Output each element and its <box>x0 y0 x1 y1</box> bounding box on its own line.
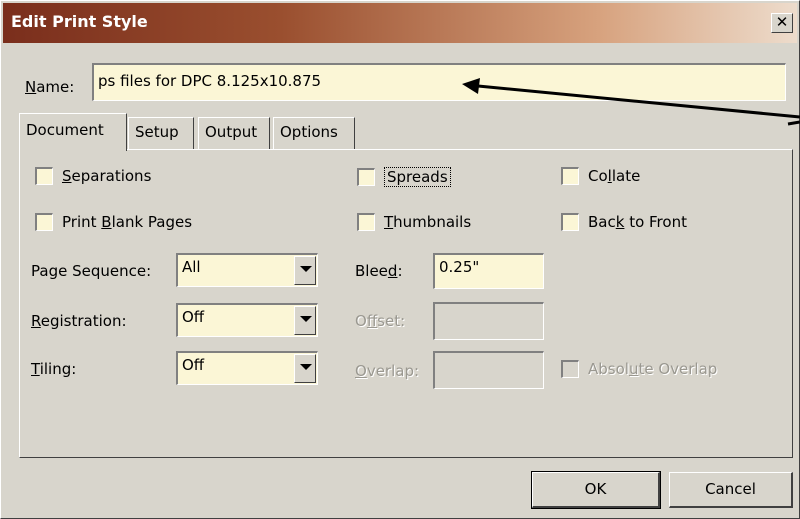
back-to-front-label: Back to Front <box>588 213 687 231</box>
thumbnails-label: Thumbnails <box>384 213 472 231</box>
thumbnails-option[interactable]: Thumbnails <box>357 213 471 231</box>
tab-document[interactable]: Document <box>19 113 127 151</box>
registration-label: Registration: <box>31 312 127 330</box>
offset-input <box>433 302 544 340</box>
tiling-select[interactable]: Off <box>176 351 318 385</box>
close-button[interactable]: ✕ <box>771 13 793 33</box>
thumbnails-checkbox[interactable] <box>357 213 375 231</box>
separations-option[interactable]: Separations <box>35 167 151 185</box>
overlap-label: Overlap: <box>355 362 420 380</box>
ok-button[interactable]: OK <box>531 471 661 509</box>
tab-output-label: Output <box>205 123 258 141</box>
bleed-input[interactable]: 0.25" <box>433 253 544 289</box>
tiling-label: Tiling: <box>31 360 77 378</box>
separations-label: Separations <box>62 167 152 185</box>
collate-label: Collate <box>588 167 641 185</box>
page-sequence-value: All <box>182 258 201 276</box>
tab-options[interactable]: Options <box>273 117 355 149</box>
chevron-down-icon[interactable] <box>294 306 316 335</box>
title-bar[interactable]: Edit Print Style ✕ <box>3 3 797 43</box>
absolute-overlap-label: Absolute Overlap <box>588 360 718 378</box>
chevron-down-icon[interactable] <box>294 256 316 285</box>
print-blank-pages-option[interactable]: Print Blank Pages <box>35 213 192 231</box>
back-to-front-option[interactable]: Back to Front <box>561 213 687 231</box>
cancel-button[interactable]: Cancel <box>669 472 793 508</box>
collate-checkbox[interactable] <box>561 167 579 185</box>
spreads-option[interactable]: Spreads <box>357 167 451 187</box>
absolute-overlap-option: Absolute Overlap <box>561 360 717 378</box>
bleed-label: Bleed: <box>355 262 403 280</box>
back-to-front-checkbox[interactable] <box>561 213 579 231</box>
bleed-value: 0.25" <box>439 258 480 276</box>
chevron-down-icon[interactable] <box>294 354 316 383</box>
name-input[interactable]: ps files for DPC 8.125x10.875 <box>92 63 786 101</box>
tab-setup[interactable]: Setup <box>128 117 194 149</box>
registration-select[interactable]: Off <box>176 303 318 337</box>
spreads-checkbox[interactable] <box>357 168 375 186</box>
overlap-input <box>433 351 544 389</box>
print-blank-pages-checkbox[interactable] <box>35 213 53 231</box>
tab-output[interactable]: Output <box>198 117 270 149</box>
dialog-title: Edit Print Style <box>11 12 148 31</box>
name-label: Name: <box>25 78 75 96</box>
absolute-overlap-checkbox <box>561 360 579 378</box>
tab-document-label: Document <box>26 121 104 139</box>
tab-setup-label: Setup <box>135 123 179 141</box>
tab-options-label: Options <box>280 123 338 141</box>
page-sequence-label: Page Sequence: <box>31 262 152 280</box>
separations-checkbox[interactable] <box>35 167 53 185</box>
tiling-value: Off <box>182 356 205 374</box>
offset-label: Offset: <box>355 312 406 330</box>
spreads-label: Spreads <box>384 167 451 187</box>
close-icon: ✕ <box>775 13 789 31</box>
collate-option[interactable]: Collate <box>561 167 640 185</box>
edit-print-style-dialog: Edit Print Style ✕ Name: ps files for DP… <box>0 0 800 519</box>
document-tab-panel <box>19 149 793 458</box>
name-input-value: ps files for DPC 8.125x10.875 <box>98 72 322 90</box>
page-sequence-select[interactable]: All <box>176 253 318 287</box>
registration-value: Off <box>182 308 205 326</box>
print-blank-pages-label: Print Blank Pages <box>62 213 193 231</box>
